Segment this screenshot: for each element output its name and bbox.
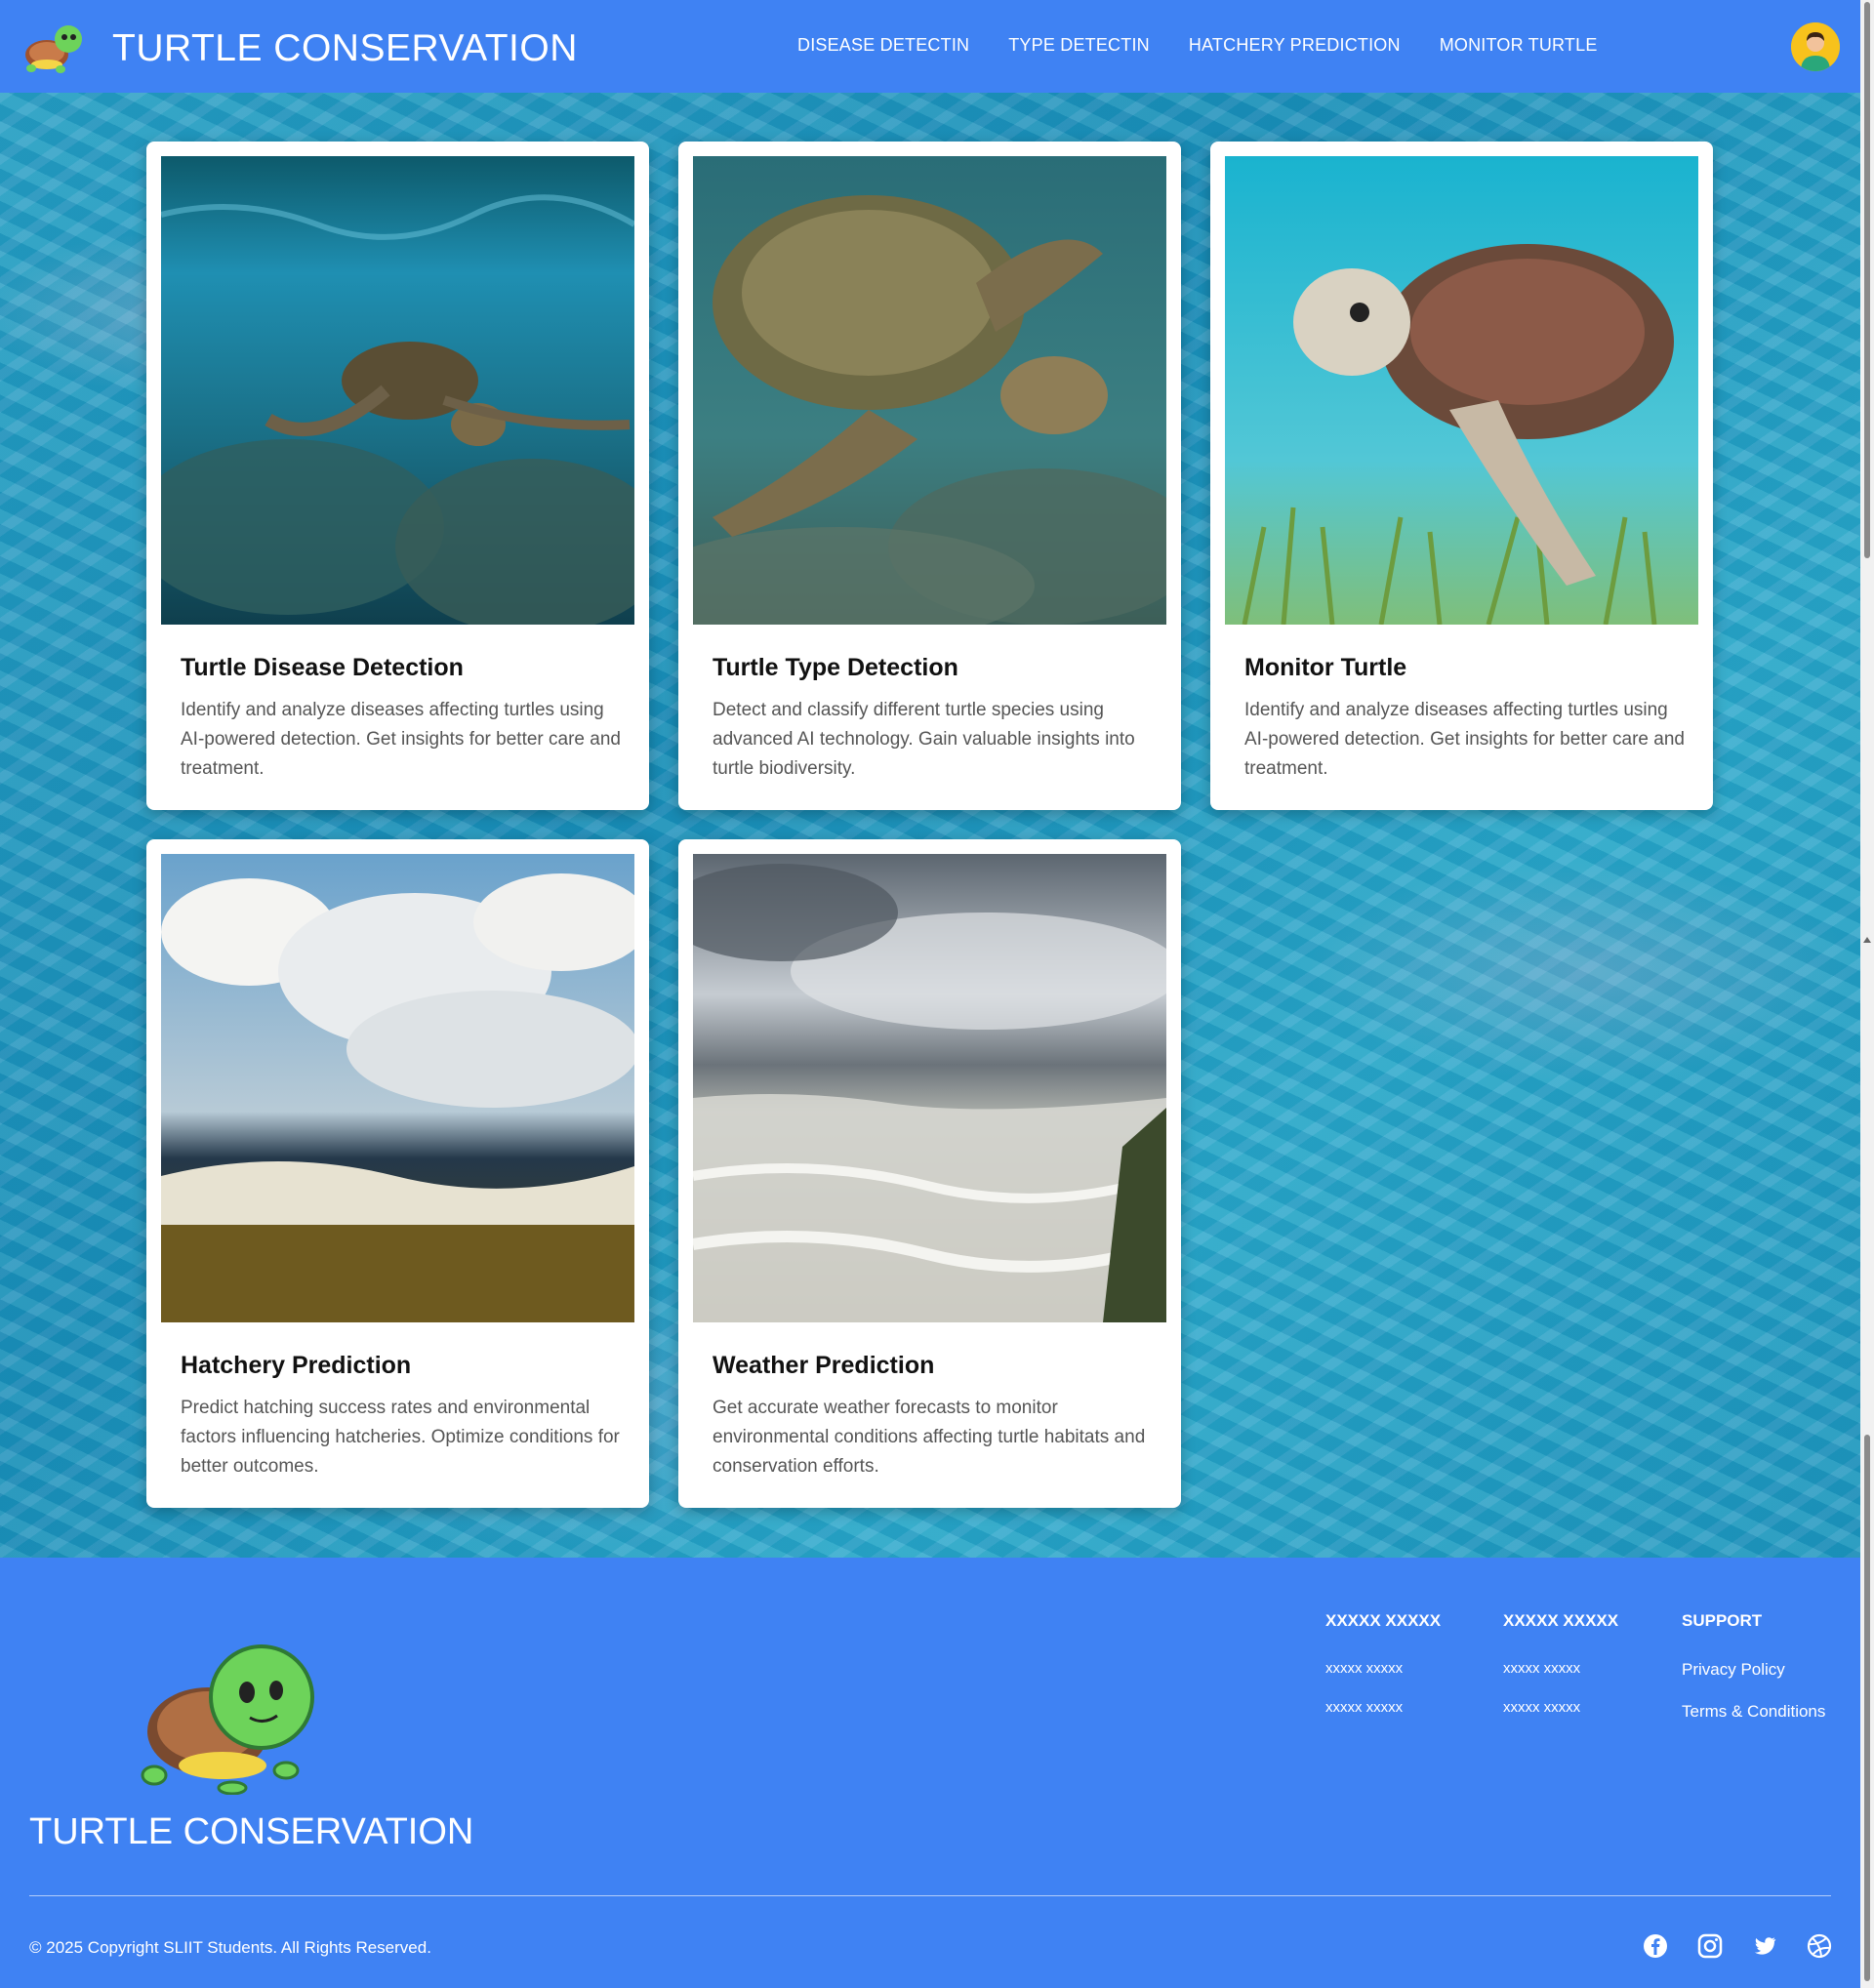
card-description: Identify and analyze diseases affecting … — [1244, 700, 1685, 779]
footer-column-2: XXXXX XXXXX xxxxx xxxxx xxxxx xxxxx — [1503, 1611, 1618, 1738]
sea-turtle-image — [1225, 156, 1698, 625]
card-description: Predict hatching success rates and envir… — [181, 1398, 620, 1477]
footer: TURTLE CONSERVATION XXXXX XXXXX xxxxx xx… — [0, 1558, 1860, 1988]
nav-monitor-turtle[interactable]: MONITOR TURTLE — [1440, 35, 1598, 56]
nav-hatchery-prediction[interactable]: HATCHERY PREDICTION — [1189, 35, 1401, 56]
social-links — [1643, 1933, 1832, 1959]
footer-column-heading: XXXXX XXXXX — [1325, 1611, 1442, 1630]
footer-column-1: XXXXX XXXXX xxxxx xxxxx xxxxx xxxxx — [1325, 1611, 1441, 1738]
card-disease-detection[interactable]: Turtle Disease Detection Identify and an… — [146, 142, 649, 810]
card-title: Monitor Turtle — [1244, 654, 1407, 681]
instagram-icon[interactable] — [1697, 1933, 1723, 1959]
nav-type-detection[interactable]: TYPE DETECTIN — [1008, 35, 1150, 56]
card-title: Turtle Type Detection — [713, 654, 958, 681]
footer-column-heading: SUPPORT — [1682, 1611, 1763, 1630]
dribbble-icon[interactable] — [1807, 1933, 1832, 1959]
footer-link[interactable]: xxxxx xxxxx — [1325, 1660, 1441, 1677]
sea-turtle-image — [693, 156, 1166, 625]
twitter-icon[interactable] — [1752, 1933, 1777, 1959]
footer-divider — [29, 1895, 1831, 1896]
card-title: Turtle Disease Detection — [181, 654, 464, 681]
nav-disease-detection[interactable]: DISEASE DETECTIN — [797, 35, 969, 56]
scrollbar-thumb[interactable] — [1864, 2, 1870, 558]
footer-brand: TURTLE CONSERVATION — [29, 1811, 474, 1852]
scrollbar-thumb-secondary[interactable] — [1864, 1435, 1870, 1981]
privacy-policy-link[interactable]: Privacy Policy — [1682, 1660, 1825, 1680]
top-navbar: TURTLE CONSERVATION DISEASE DETECTIN TYP… — [0, 0, 1860, 93]
card-weather-prediction[interactable]: Weather Prediction Get accurate weather … — [678, 839, 1181, 1508]
copyright-text: © 2025 Copyright SLIIT Students. All Rig… — [29, 1938, 431, 1957]
stormy-sea-image — [693, 854, 1166, 1322]
ocean-clouds-image — [161, 854, 634, 1322]
card-description: Get accurate weather forecasts to monito… — [713, 1398, 1146, 1477]
card-description: Detect and classify different turtle spe… — [713, 700, 1135, 779]
terms-conditions-link[interactable]: Terms & Conditions — [1682, 1702, 1825, 1722]
page-scrollbar[interactable] — [1860, 0, 1874, 1988]
user-avatar-icon[interactable] — [1791, 22, 1840, 71]
footer-column-support: SUPPORT Privacy Policy Terms & Condition… — [1682, 1611, 1825, 1744]
footer-link[interactable]: xxxxx xxxxx — [1503, 1699, 1618, 1716]
card-monitor-turtle[interactable]: Monitor Turtle Identify and analyze dise… — [1210, 142, 1713, 810]
turtle-logo-icon[interactable] — [18, 18, 86, 76]
card-type-detection[interactable]: Turtle Type Detection Detect and classif… — [678, 142, 1181, 810]
brand-title[interactable]: TURTLE CONSERVATION — [112, 27, 578, 70]
footer-column-heading: XXXXX XXXXX — [1503, 1611, 1619, 1630]
footer-link[interactable]: xxxxx xxxxx — [1325, 1699, 1441, 1716]
card-description: Identify and analyze diseases affecting … — [181, 700, 621, 779]
sea-turtle-image — [161, 156, 634, 625]
scroll-up-icon[interactable] — [1863, 937, 1871, 943]
card-hatchery-prediction[interactable]: Hatchery Prediction Predict hatching suc… — [146, 839, 649, 1508]
main-nav: DISEASE DETECTIN TYPE DETECTIN HATCHERY … — [797, 35, 1598, 56]
turtle-mascot-icon — [135, 1634, 320, 1796]
footer-link[interactable]: xxxxx xxxxx — [1503, 1660, 1618, 1677]
facebook-icon[interactable] — [1643, 1933, 1668, 1959]
card-title: Hatchery Prediction — [181, 1352, 412, 1379]
main-content: Turtle Disease Detection Identify and an… — [0, 93, 1860, 1558]
card-title: Weather Prediction — [713, 1352, 935, 1379]
